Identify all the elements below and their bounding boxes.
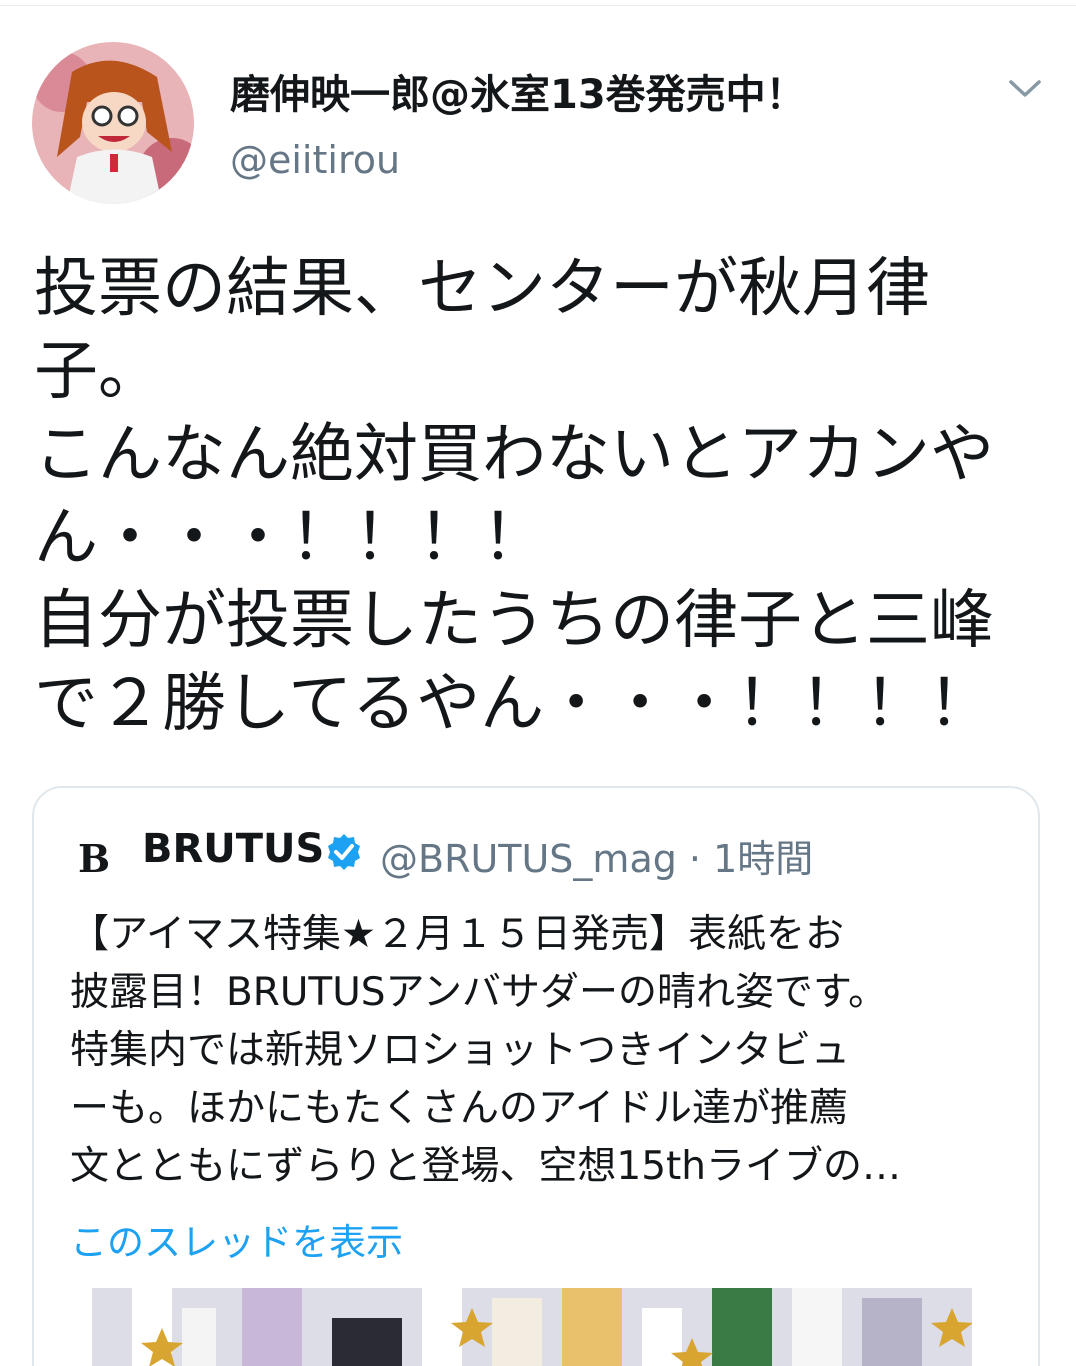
quoted-author-name: BRUTUS [142, 826, 325, 872]
cover-image[interactable] [92, 1288, 972, 1366]
avatar-icon[interactable] [32, 42, 194, 204]
tweet-text-line: 自分が投票したうちの律子と三峰 [34, 584, 994, 658]
tweet-text-line: こんなん絶対買わないとアカンや [34, 418, 994, 492]
tweet-text-line: で２勝してるやん・・・！！！！ [34, 667, 993, 741]
tweet-text-line: 子。 [34, 335, 162, 409]
tweet-text-line: 投票の結果、センターが秋月律 [34, 252, 930, 326]
author-handle[interactable]: @eiitirou [230, 138, 400, 182]
author-name[interactable]: 磨伸映一郎@氷室13巻発売中！ [230, 62, 806, 120]
quoted-text-line: 文とともにずらりと登場、空想15thライブの… [70, 1144, 902, 1189]
quoted-text-line: 披露目！BRUTUSアンバサダーの晴れ姿です。 [70, 970, 888, 1015]
quoted-tweet-card[interactable]: B BRUTUS @BRUTUS_mag · 1時間 【アイマス特集★２月１５日… [32, 786, 1040, 1366]
verified-badge-icon [324, 832, 364, 872]
tweet-text: 投票の結果、センターが秋月律 子。 こんなん絶対買わないとアカンや ん・・・！！… [34, 248, 1044, 746]
brutus-logo: B [78, 836, 111, 881]
quoted-text-line: 【アイマス特集★２月１５日発売】表紙をお [70, 912, 845, 957]
quoted-handle-time: @BRUTUS_mag · 1時間 [380, 837, 814, 881]
quoted-text-line: 特集内では新規ソロショットつきインタビュ [70, 1028, 851, 1073]
chevron-down-icon[interactable] [1000, 64, 1050, 114]
quoted-text-line: ーも。ほかにもたくさんのアイドル達が推薦 [70, 1086, 849, 1131]
show-thread-link[interactable]: このスレッドを表示 [70, 1212, 403, 1266]
quoted-tweet-text: 【アイマス特集★２月１５日発売】表紙をお 披露目！BRUTUSアンバサダーの晴れ… [70, 906, 1020, 1196]
tweet-text-line: ん・・・！！！！ [34, 501, 546, 575]
top-divider [0, 0, 1076, 6]
